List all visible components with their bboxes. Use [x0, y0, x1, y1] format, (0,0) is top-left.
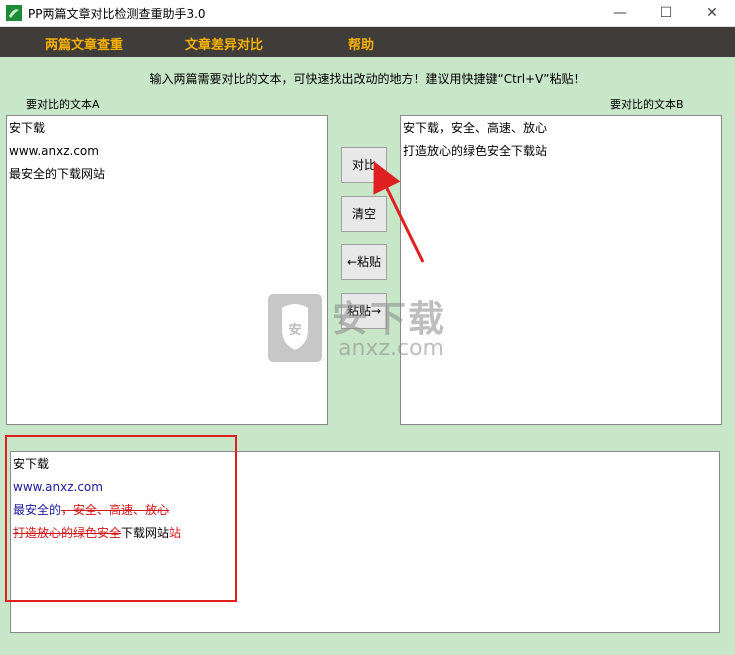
- arrow-annotation: [373, 161, 425, 263]
